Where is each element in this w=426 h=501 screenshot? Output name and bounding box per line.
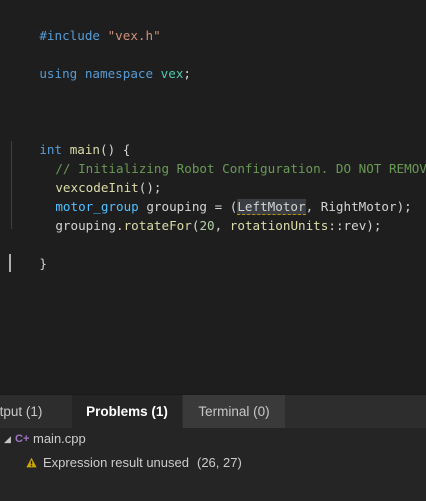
- rotate-for-method: rotateFor: [123, 218, 192, 233]
- code-editor[interactable]: #include "vex.h" using namespace vex; in…: [0, 0, 426, 394]
- panel-tab-bar: Output (1) Problems (1) Terminal (0): [0, 395, 426, 428]
- tab-problems[interactable]: Problems (1): [72, 395, 182, 428]
- problem-file-row[interactable]: ◢ C+ main.cpp: [0, 429, 426, 449]
- closing-brace: }: [39, 256, 47, 271]
- rev-value: rev: [343, 218, 367, 233]
- chevron-down-icon[interactable]: ◢: [4, 429, 11, 449]
- problem-message: Expression result unused: [43, 455, 189, 470]
- problem-location: (26, 27): [196, 455, 242, 470]
- rotation-units-enum: rotationUnits: [229, 218, 329, 233]
- using-keyword: using namespace: [39, 66, 161, 81]
- include-string: "vex.h": [107, 28, 161, 43]
- warning-icon: [26, 454, 37, 474]
- scope-operator: ::: [328, 218, 344, 233]
- tab-terminal[interactable]: Terminal (0): [183, 395, 285, 428]
- problem-item[interactable]: Expression result unused (26, 27): [0, 453, 426, 473]
- code-line-11[interactable]: grouping.rotateFor(20, rotationUnits::re…: [25, 197, 381, 233]
- close-paren: );: [366, 218, 382, 233]
- rotation-amount: 20: [199, 218, 215, 233]
- file-name: main.cpp: [33, 431, 86, 446]
- bottom-panel: Output (1) Problems (1) Terminal (0) ◢ C…: [0, 394, 426, 501]
- namespace-name: vex: [160, 66, 184, 81]
- include-directive: #include: [39, 28, 108, 43]
- code-line-8[interactable]: // Initializing Robot Configuration. DO …: [25, 140, 426, 176]
- code-line-10[interactable]: motor_group grouping = (LeftMotor, Right…: [25, 178, 412, 215]
- code-line-3[interactable]: using namespace vex;: [9, 45, 191, 81]
- tab-output[interactable]: Output (1): [0, 395, 64, 428]
- code-line-7[interactable]: int main() {: [9, 121, 130, 157]
- text-cursor: [9, 254, 11, 272]
- code-line-9[interactable]: vexcodeInit();: [25, 159, 161, 195]
- code-line-13[interactable]: }: [9, 235, 47, 271]
- indent-guide: [11, 141, 12, 229]
- grouping-object: grouping.: [55, 218, 124, 233]
- code-line-1[interactable]: #include "vex.h": [9, 7, 160, 43]
- arg-comma: ,: [214, 218, 230, 233]
- cpp-file-icon: C+: [15, 433, 30, 445]
- semicolon: ;: [183, 66, 192, 81]
